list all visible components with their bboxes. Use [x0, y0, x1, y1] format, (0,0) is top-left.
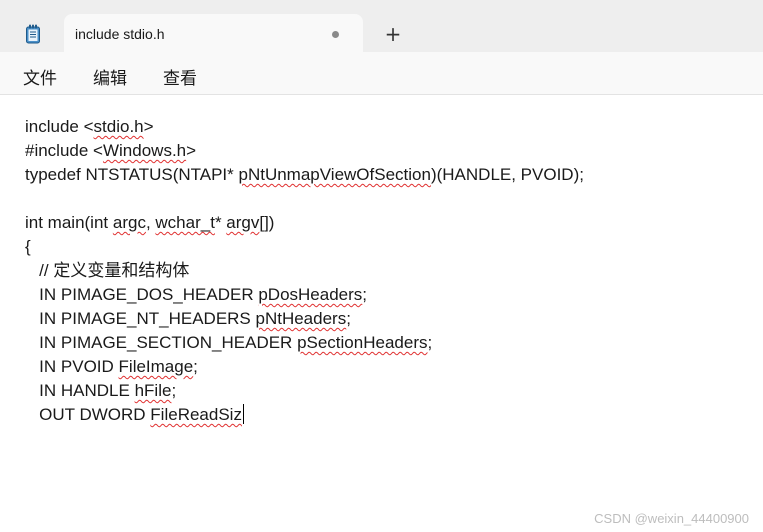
code-text: ; [427, 333, 433, 352]
code-text: typedef NTSTATUS(NTAPI* [25, 165, 239, 184]
menu-file[interactable]: 文件 [23, 64, 57, 89]
menu-edit[interactable]: 编辑 [93, 64, 127, 89]
code-text: []) [259, 213, 275, 232]
editor-line[interactable]: include <stdio.h> [25, 115, 584, 139]
code-text: OUT DWORD [25, 405, 151, 424]
notepad-icon [26, 24, 40, 44]
misspelled-word: Windows.h [102, 141, 187, 160]
code-text: #include < [25, 141, 103, 160]
misspelled-word: pNtUnmapViewOfSection [238, 165, 431, 184]
text-editor[interactable]: include <stdio.h> #include <Windows.h> typ… [0, 95, 763, 532]
new-tab-button[interactable]: + [383, 24, 403, 45]
code-text: )(HANDLE, PVOID); [430, 165, 584, 184]
tab-title: include stdio.h [75, 26, 165, 42]
code-text: IN HANDLE [25, 381, 135, 400]
code-text: include < [25, 117, 94, 136]
code-text: ; [171, 381, 177, 400]
editor-line[interactable]: IN HANDLE hFile; [25, 379, 584, 403]
code-text: * [214, 213, 227, 232]
menu-bar: 文件 编辑 查看 [0, 52, 763, 95]
editor-line[interactable]: IN PIMAGE_NT_HEADERS pNtHeaders; [25, 307, 584, 331]
editor-line[interactable]: int main(int argc, wchar_t* argv[]) [25, 211, 584, 235]
code-text: int main(int [25, 213, 113, 232]
editor-line[interactable]: IN PIMAGE_DOS_HEADER pDosHeaders; [25, 283, 584, 307]
editor-line[interactable] [25, 187, 584, 211]
editor-line[interactable]: IN PVOID FileImage; [25, 355, 584, 379]
text-caret [242, 404, 244, 424]
misspelled-word: FileImage [118, 357, 194, 376]
title-bar: include stdio.h + [0, 0, 763, 52]
code-text: ; [193, 357, 198, 376]
code-text: ; [346, 309, 351, 328]
document-tab[interactable]: include stdio.h [64, 14, 363, 52]
editor-line[interactable]: typedef NTSTATUS(NTAPI* pNtUnmapViewOfSe… [25, 163, 584, 187]
code-text: ; [362, 285, 368, 304]
misspelled-word: FileReadSiz [150, 405, 242, 424]
editor-line[interactable]: OUT DWORD FileReadSiz [25, 403, 584, 427]
menu-view[interactable]: 查看 [163, 64, 197, 89]
editor-line[interactable]: IN PIMAGE_SECTION_HEADER pSectionHeaders… [25, 331, 584, 355]
code-text: > [143, 117, 154, 136]
editor-line[interactable]: // 定义变量和结构体 [25, 259, 584, 283]
misspelled-word: stdio.h [93, 117, 144, 136]
misspelled-word: pSectionHeaders [297, 333, 428, 352]
misspelled-word: argc [112, 213, 146, 232]
code-text: IN PIMAGE_DOS_HEADER [25, 285, 259, 304]
misspelled-word: hFile [134, 381, 172, 400]
code-text: , [145, 213, 156, 232]
editor-content[interactable]: include <stdio.h> #include <Windows.h> typ… [25, 115, 584, 427]
code-text: IN PIMAGE_NT_HEADERS [25, 309, 256, 328]
code-text: { [25, 237, 31, 256]
misspelled-word: argv [226, 213, 260, 232]
watermark: CSDN @weixin_44400900 [594, 511, 749, 526]
editor-line[interactable]: { [25, 235, 584, 259]
code-text: IN PIMAGE_SECTION_HEADER [25, 333, 298, 352]
editor-line[interactable]: #include <Windows.h> [25, 139, 584, 163]
misspelled-word: pNtHeaders [255, 309, 347, 328]
code-text: IN PVOID [25, 357, 119, 376]
code-text: > [186, 141, 197, 160]
misspelled-word: pDosHeaders [258, 285, 363, 304]
code-text: // 定义变量和结构体 [25, 261, 190, 280]
misspelled-word: wchar_t [155, 213, 215, 232]
unsaved-indicator-icon[interactable] [332, 31, 339, 38]
